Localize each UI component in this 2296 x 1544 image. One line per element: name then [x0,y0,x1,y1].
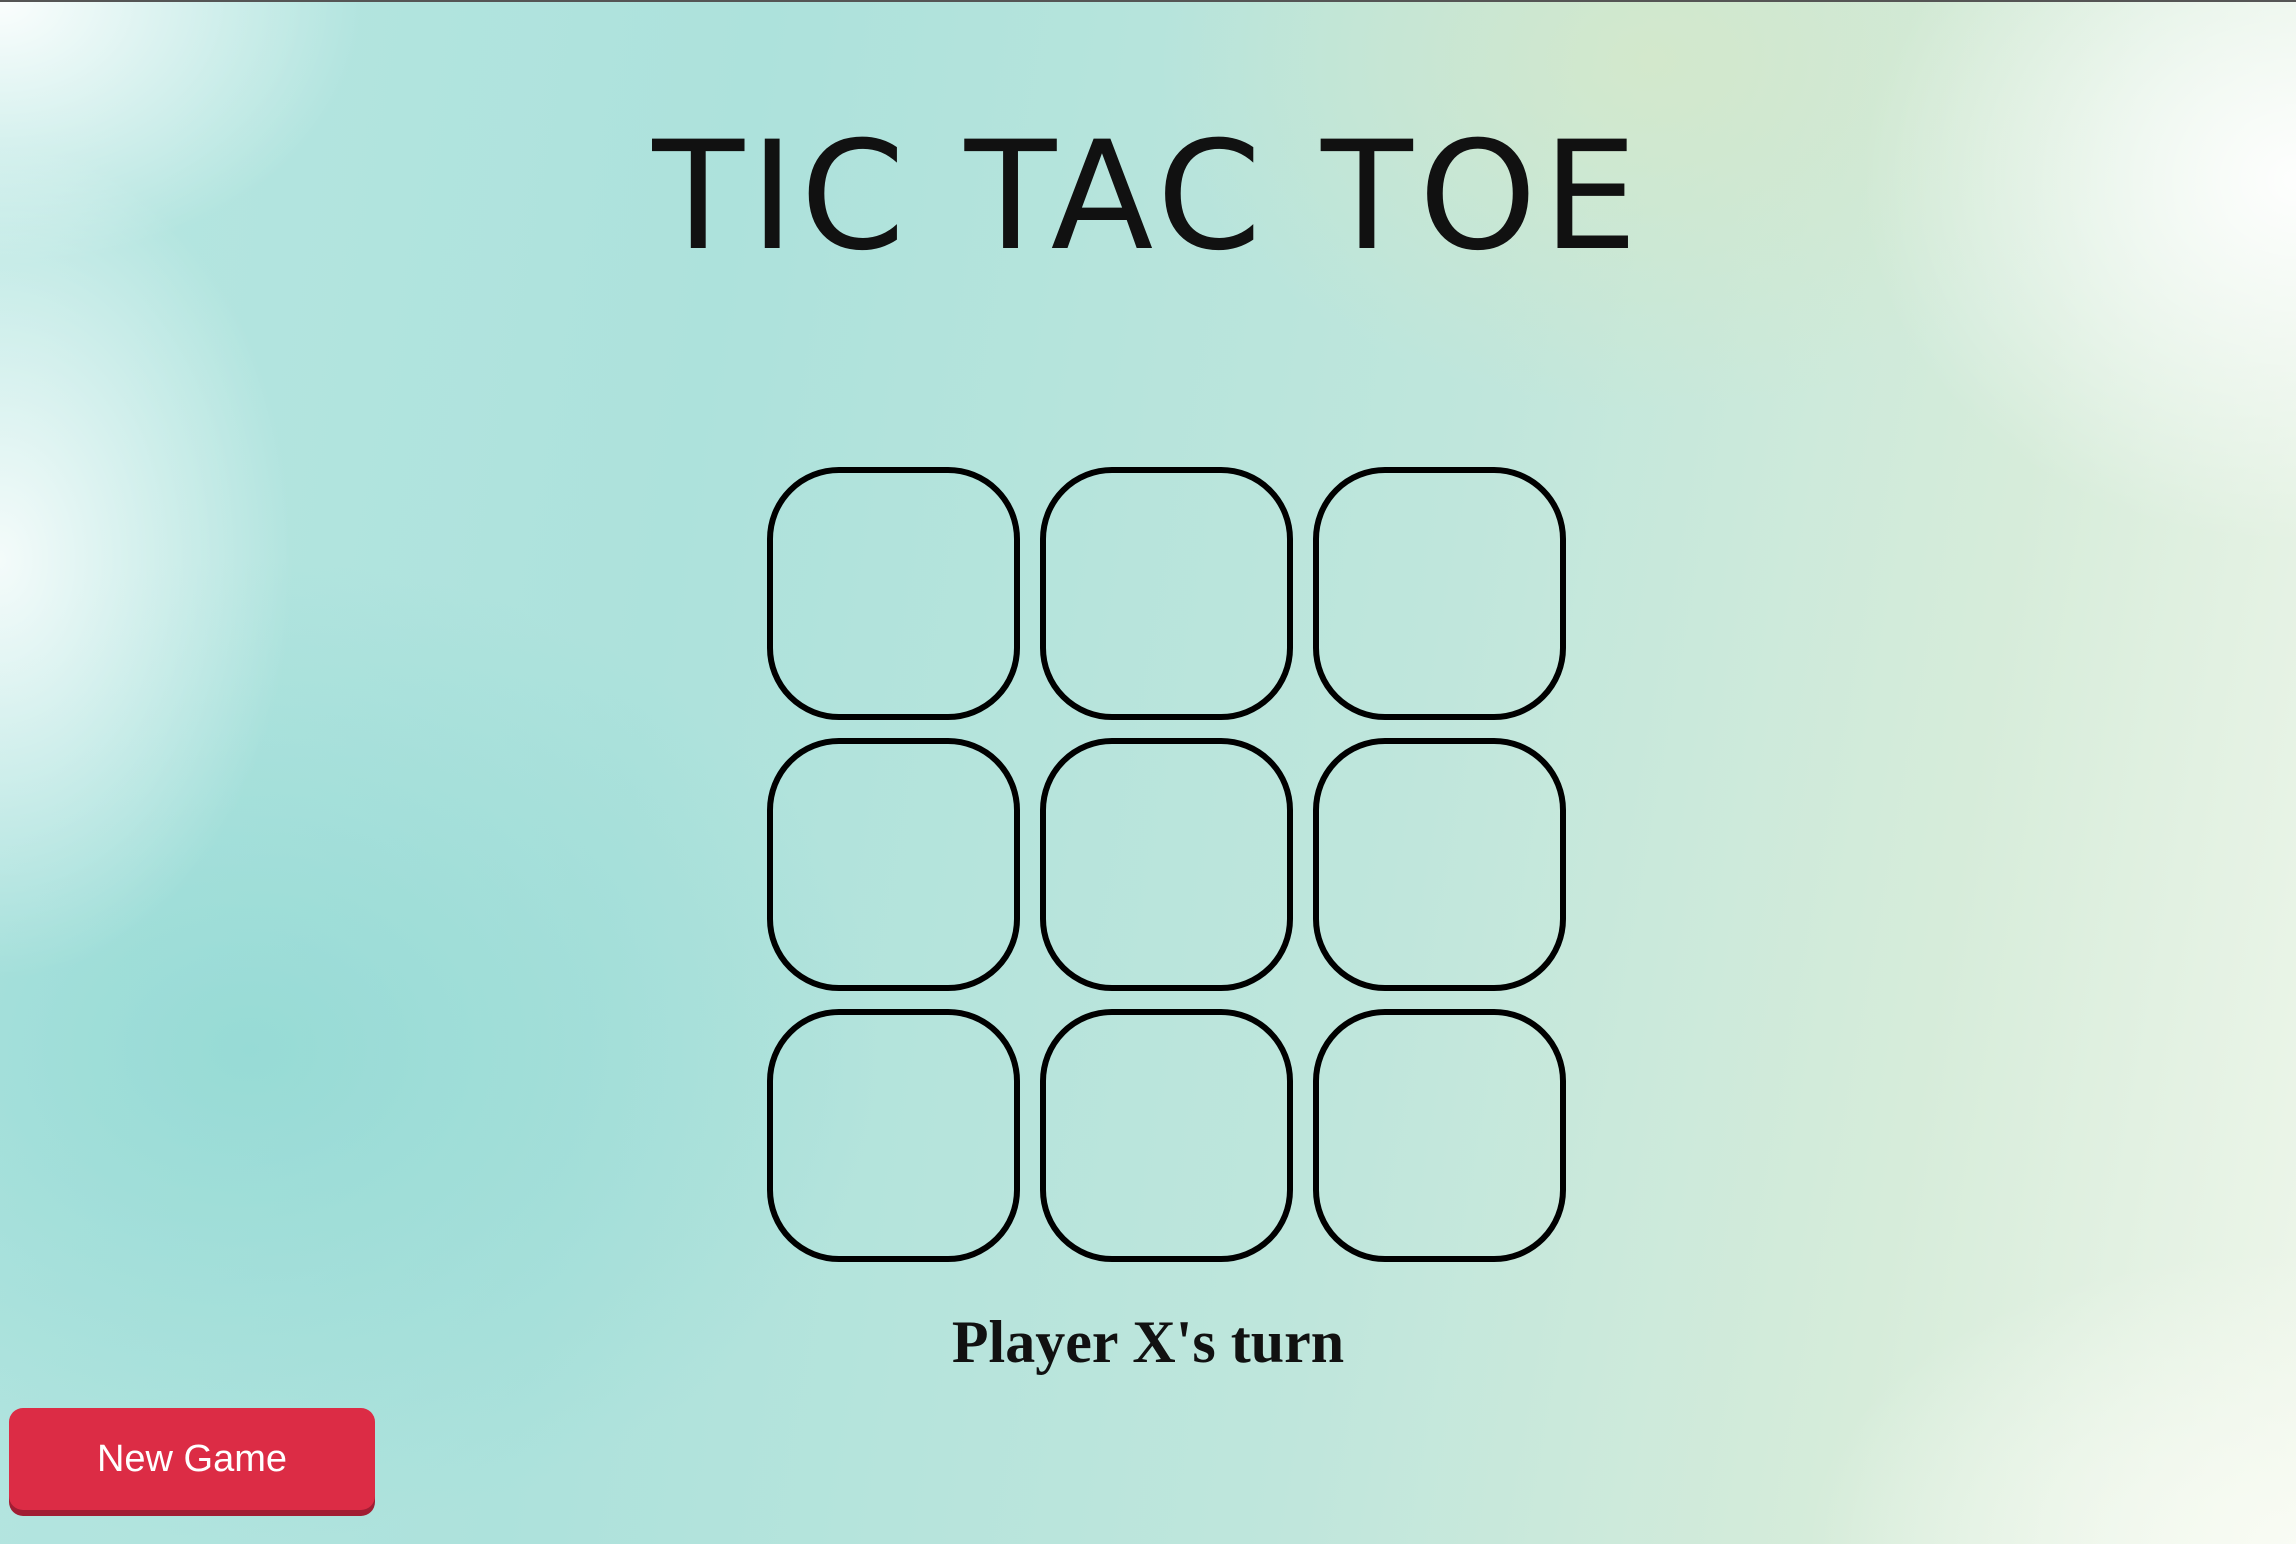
board-cell-7[interactable] [767,1009,1020,1262]
board-cell-4[interactable] [767,738,1020,991]
turn-status: Player X's turn [951,1309,1345,1375]
board-cell-5[interactable] [1040,738,1293,991]
board-cell-6[interactable] [1313,738,1566,991]
game-board [767,467,1566,1263]
board-cell-2[interactable] [1040,467,1293,720]
board-cell-3[interactable] [1313,467,1566,720]
game-title: TIC TAC TOE [652,110,1644,284]
board-cell-8[interactable] [1040,1009,1293,1262]
window-top-border [0,0,2296,2]
board-cell-1[interactable] [767,467,1020,720]
new-game-button[interactable]: New Game [9,1408,375,1510]
board-cell-9[interactable] [1313,1009,1566,1262]
